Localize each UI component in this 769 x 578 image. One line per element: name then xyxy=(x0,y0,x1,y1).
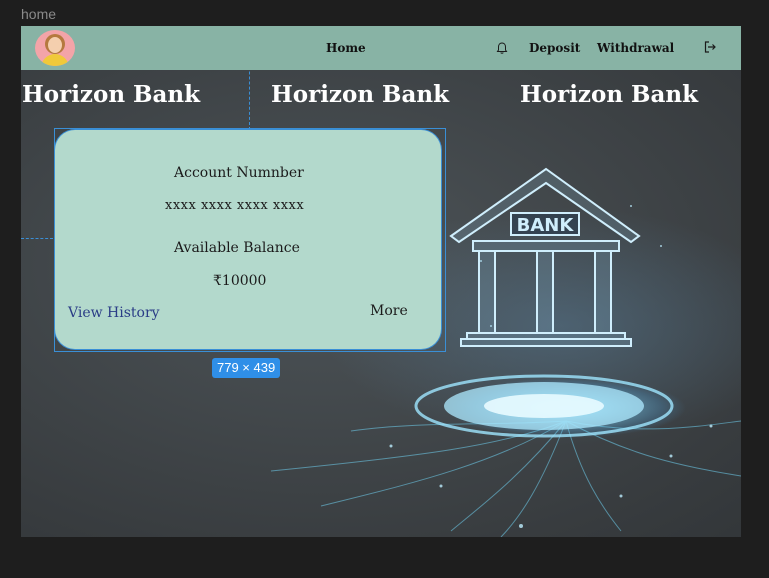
account-number-value: xxxx xxxx xxxx xxxx xyxy=(165,198,305,213)
balance-label: Available Balance xyxy=(174,240,300,256)
nav-home-link[interactable]: Home xyxy=(326,41,366,55)
nav-withdrawal-link[interactable]: Withdrawal xyxy=(597,41,674,55)
heading-title: Horizon Bank xyxy=(520,81,699,108)
size-badge: 779 × 439 xyxy=(212,358,281,378)
frame-label: home xyxy=(21,6,57,22)
guide-line-horizontal xyxy=(21,238,53,239)
more-button[interactable]: More xyxy=(370,303,408,319)
logout-icon[interactable] xyxy=(703,40,717,54)
home-frame: BANK Home Deposit Withdrawal Horizon Ban… xyxy=(21,26,741,537)
account-card: Account Numnber xxxx xxxx xxxx xxxx Avai… xyxy=(55,130,441,349)
heading-title: Horizon Bank xyxy=(271,81,450,108)
bell-icon[interactable] xyxy=(495,41,509,55)
bank-sign-text: BANK xyxy=(517,215,575,236)
avatar[interactable] xyxy=(35,30,75,66)
nav-deposit-link[interactable]: Deposit xyxy=(529,41,580,55)
balance-value: ₹10000 xyxy=(213,273,267,289)
view-history-link[interactable]: View History xyxy=(68,305,160,321)
account-number-label: Account Numnber xyxy=(174,165,304,181)
heading-title: Horizon Bank xyxy=(22,81,201,108)
navbar: Home Deposit Withdrawal xyxy=(21,26,741,70)
